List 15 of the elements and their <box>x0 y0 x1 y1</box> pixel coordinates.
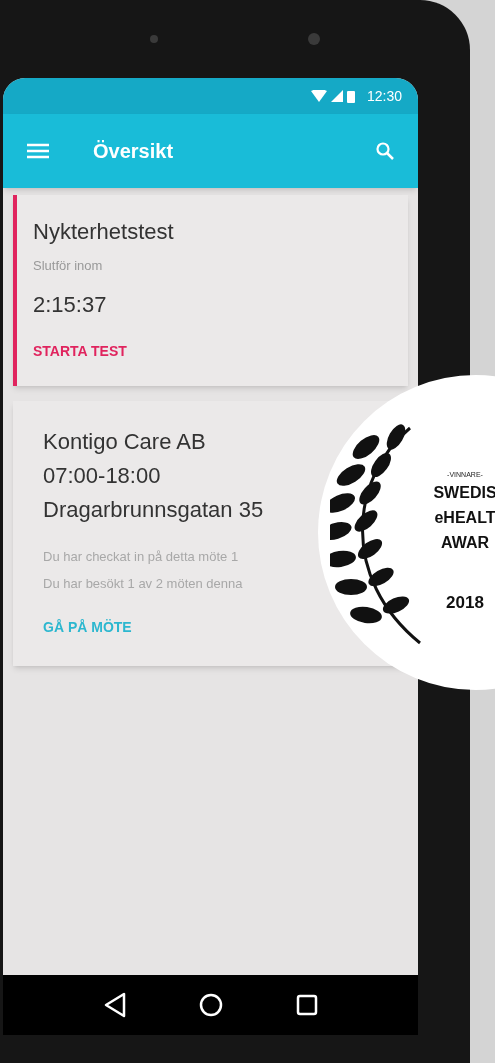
card-title: Nykterhetstest <box>33 218 175 246</box>
note-text: Du har checkat in på detta möte 1 <box>43 547 240 566</box>
meeting-info-line: 07:00-18:00 <box>43 461 162 490</box>
badge-year: 2018 <box>446 592 484 614</box>
badge-title-line: eHEALT <box>434 508 495 528</box>
meeting-info-line: Kontigo Care AB <box>43 427 207 456</box>
note-text: Du har besökt 1 av 2 möten denna <box>43 574 244 593</box>
start-test-link[interactable]: STARTA TEST <box>33 340 127 362</box>
attend-meeting-link[interactable]: GÅ PÅ MÖTE <box>43 616 132 638</box>
caption-text: Slutför inom <box>33 257 104 275</box>
badge-title-line: AWAR <box>441 533 489 553</box>
meeting-info-line: Dragarbrunnsgatan 35 <box>43 495 265 524</box>
clock-text: 12:30 <box>366 86 402 106</box>
countdown-text: 2:15:37 <box>33 290 108 319</box>
screen-title: Översikt <box>93 139 175 164</box>
